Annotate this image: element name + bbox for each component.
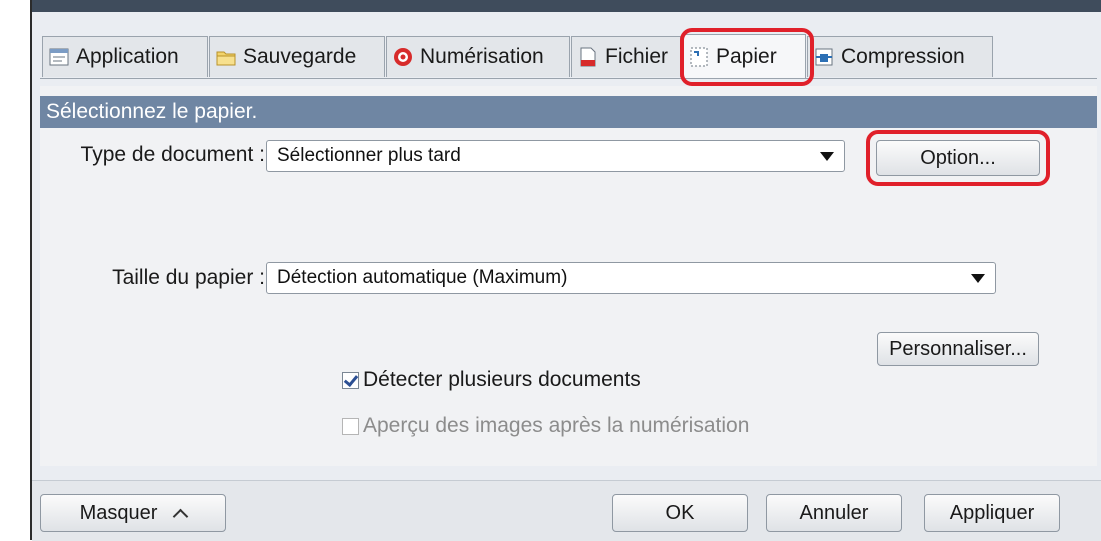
option-button[interactable]: Option... xyxy=(876,140,1040,176)
papier-tab-highlight-ring xyxy=(680,28,814,86)
detect-multiple-label: Détecter plusieurs documents xyxy=(363,368,641,391)
tab-sauvegarde-label: Sauvegarde xyxy=(243,45,357,68)
scan-icon xyxy=(392,46,414,68)
doc-type-label: Type de document : xyxy=(80,143,265,166)
doc-type-value: Sélectionner plus tard xyxy=(277,145,461,166)
chevron-down-icon xyxy=(971,274,985,283)
tab-numerisation[interactable]: Numérisation xyxy=(386,36,570,77)
checkbox-checked[interactable] xyxy=(342,371,359,389)
paper-size-select[interactable]: Détection automatique (Maximum) xyxy=(266,262,996,294)
hide-button-label: Masquer xyxy=(79,501,158,524)
tab-compression[interactable]: Compression xyxy=(807,36,993,77)
checkbox-unchecked xyxy=(342,417,359,435)
papier-panel: Sélectionnez le papier. Type de document… xyxy=(40,86,1097,466)
tab-sauvegarde[interactable]: Sauvegarde xyxy=(209,36,385,77)
ok-button[interactable]: OK xyxy=(612,494,748,532)
chevron-up-icon xyxy=(173,508,189,524)
tab-application-label: Application xyxy=(76,45,179,68)
tab-divider xyxy=(40,78,1097,79)
footer-bar: Masquer OK Annuler Appliquer xyxy=(32,480,1101,541)
preview-checkbox: Aperçu des images après la numérisation xyxy=(342,414,749,438)
title-bar xyxy=(32,0,1101,12)
tab-application[interactable]: Application xyxy=(42,36,208,77)
doc-type-select[interactable]: Sélectionner plus tard xyxy=(266,140,845,172)
application-icon xyxy=(48,46,70,68)
tab-fichier[interactable]: Fichier xyxy=(571,36,681,77)
dialog-window: Application Sauvegarde Numérisation Fich… xyxy=(30,0,1101,541)
compression-icon xyxy=(813,46,835,68)
cancel-button[interactable]: Annuler xyxy=(766,494,902,532)
file-icon xyxy=(577,46,599,68)
tab-numerisation-label: Numérisation xyxy=(420,45,544,68)
detect-multiple-checkbox[interactable]: Détecter plusieurs documents xyxy=(342,368,641,392)
tab-fichier-label: Fichier xyxy=(605,45,669,68)
paper-size-value: Détection automatique (Maximum) xyxy=(277,267,568,288)
tab-compression-label: Compression xyxy=(841,45,965,68)
customize-button[interactable]: Personnaliser... xyxy=(877,332,1039,366)
preview-label: Aperçu des images après la numérisation xyxy=(363,414,750,437)
folder-icon xyxy=(215,46,237,68)
chevron-down-icon xyxy=(820,152,834,161)
apply-button[interactable]: Appliquer xyxy=(924,494,1060,532)
section-header: Sélectionnez le papier. xyxy=(40,96,1097,128)
hide-button[interactable]: Masquer xyxy=(40,494,226,532)
paper-size-label: Taille du papier : xyxy=(112,266,265,289)
